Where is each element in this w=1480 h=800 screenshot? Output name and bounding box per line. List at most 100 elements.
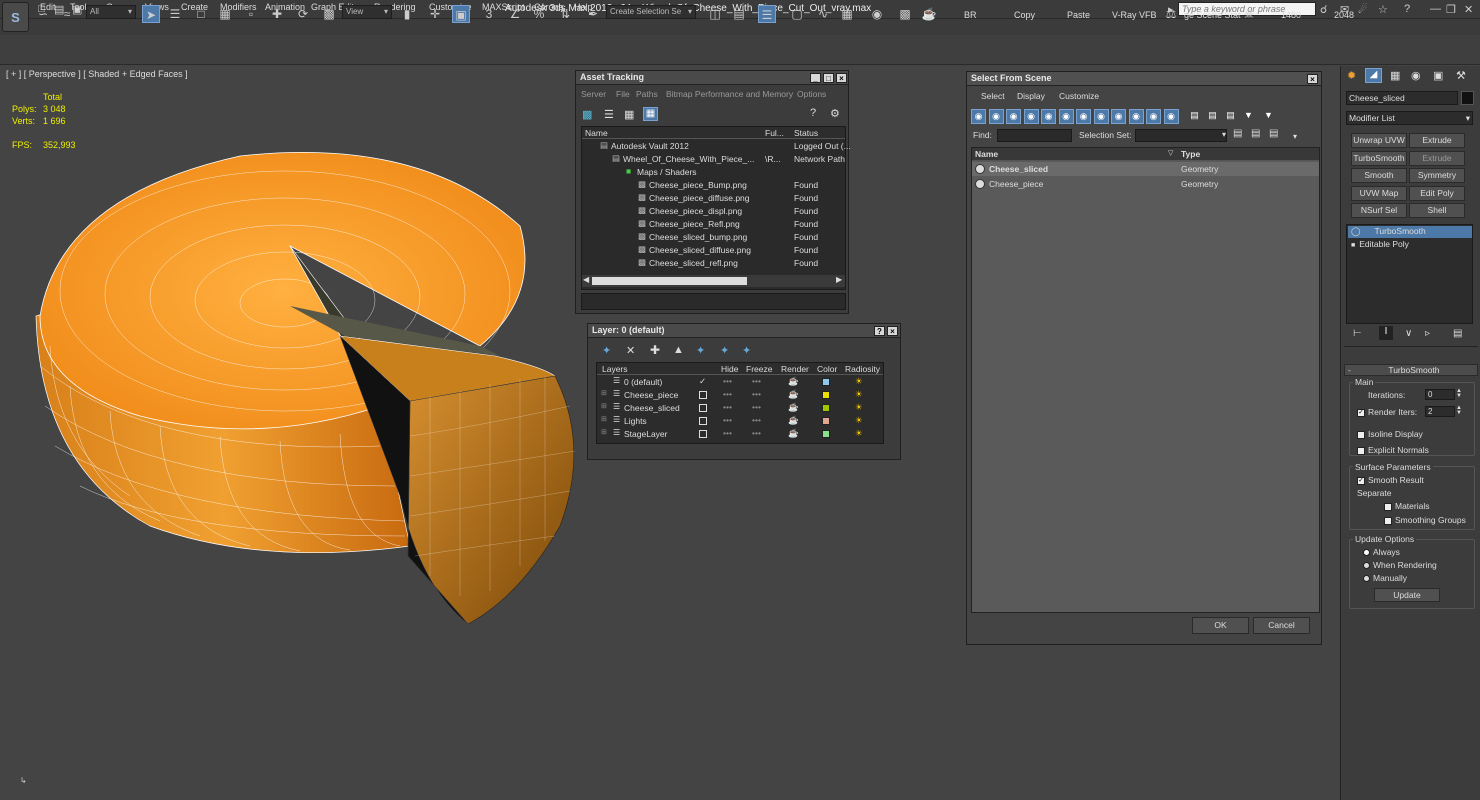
rotate-icon[interactable]: ⟳ (294, 5, 312, 23)
asset-row[interactable]: ▩ Cheese_sliced_refl.png Found (582, 257, 845, 270)
move-icon[interactable]: ✚ (268, 5, 286, 23)
modifier-button-turbosmooth[interactable]: TurboSmooth (1351, 150, 1407, 166)
active-layer-check-icon[interactable]: ✓ (699, 376, 706, 387)
scene-stats-icon[interactable]: ⚖ (1162, 5, 1180, 23)
layer-color-swatch[interactable] (822, 391, 830, 399)
set-current-layer-box[interactable] (699, 404, 707, 412)
close-icon[interactable]: × (836, 73, 847, 83)
tree-icon[interactable]: ▦ (624, 108, 634, 121)
named-selection-dropdown[interactable]: Create Selection Se ▾ (606, 5, 696, 19)
keyboard-shortcut-toggle-icon[interactable]: ▣ (452, 5, 470, 23)
render-production-icon[interactable]: ☕ (920, 5, 938, 23)
layer-row[interactable]: ⊞ ☰ Cheese_sliced ••• ••• ☕ ☀ (597, 402, 883, 415)
layer-color-swatch[interactable] (822, 378, 830, 386)
update-always-row[interactable]: Always (1363, 547, 1400, 557)
sel-set-icon-2[interactable]: ▤ (1251, 128, 1260, 139)
freeze-toggle[interactable]: ••• (752, 415, 761, 425)
asset-menu-bitmap-perf[interactable]: Bitmap Performance and Memory (666, 89, 793, 99)
select-highlighted-icon[interactable]: ▲ (673, 344, 684, 356)
toolbar-label-br[interactable]: BR (964, 10, 977, 20)
layer-manager-icon[interactable]: ☰ (758, 5, 776, 23)
window-crossing-icon[interactable]: ▦ (216, 5, 234, 23)
cancel-button[interactable]: Cancel (1253, 617, 1310, 634)
settings-icon[interactable]: ⚙ (830, 107, 840, 120)
asset-row[interactable]: ▩ Cheese_sliced_bump.png Found (582, 231, 845, 244)
create-tab-icon[interactable]: ✹ (1347, 69, 1356, 82)
render-teapot-icon[interactable]: ☕ (788, 389, 799, 400)
update-when-rendering-row[interactable]: When Rendering (1363, 560, 1437, 570)
remove-modifier-icon[interactable]: ▹ (1425, 328, 1430, 339)
freeze-toggle[interactable]: ••• (752, 376, 761, 386)
freeze-toggle[interactable]: ••• (752, 402, 761, 412)
material-editor-icon[interactable]: ◉ (868, 5, 886, 23)
graphite-ribbon-icon[interactable]: ▢ (788, 5, 806, 23)
create-layer-icon[interactable]: ✦ (602, 344, 611, 357)
radiosity-icon[interactable]: ☀ (855, 402, 863, 413)
modifier-stack[interactable]: ◯ TurboSmooth ■ Editable Poly (1346, 224, 1473, 324)
select-object-icon[interactable]: ➤ (142, 5, 160, 23)
render-teapot-icon[interactable]: ☕ (788, 415, 799, 426)
explicit-normals-checkbox[interactable] (1357, 446, 1365, 455)
col-radiosity[interactable]: Radiosity (845, 364, 880, 374)
isoline-checkbox[interactable] (1357, 430, 1365, 439)
render-setup-icon[interactable]: ▩ (896, 5, 914, 23)
help-icon[interactable]: ? (1404, 3, 1410, 15)
always-radio[interactable] (1363, 549, 1370, 557)
object-color-swatch[interactable] (1461, 91, 1474, 105)
ok-button[interactable]: OK (1192, 617, 1249, 634)
scene-object-row[interactable]: Cheese_sliced Geometry (972, 162, 1319, 176)
layer-row[interactable]: ⊞ ☰ Cheese_piece ••• ••• ☕ ☀ (597, 389, 883, 402)
pivot-center-icon[interactable]: ▮ (398, 5, 416, 23)
chevron-down-icon[interactable]: ▾ (1293, 132, 1297, 141)
smoothing-groups-row[interactable]: Smoothing Groups (1384, 515, 1466, 525)
configure-sets-icon[interactable]: ▤ (1453, 328, 1462, 339)
asset-list[interactable]: Name Ful... Status ▤ Autodesk Vault 2012 L… (581, 126, 851, 290)
help-icon[interactable]: ? (874, 326, 885, 336)
spinner-arrows-icon[interactable]: ▲ ▼ (1456, 388, 1462, 399)
scene-object-list[interactable]: Name ▽ Type Cheese_sliced Geometry Cheese_… (971, 147, 1320, 613)
select-move-icon[interactable]: ▫ (242, 5, 260, 23)
freeze-toggle[interactable]: ••• (752, 428, 761, 438)
when-rendering-radio[interactable] (1363, 562, 1370, 570)
modifier-button-symmetry[interactable]: Symmetry (1409, 168, 1465, 183)
layer-list[interactable]: Layers Hide Freeze Render Color Radiosit… (596, 362, 884, 444)
curve-editor-icon[interactable]: ∿ (814, 5, 832, 23)
select-menu-select[interactable]: Select (981, 91, 1005, 101)
layer-row[interactable]: ⊞ ☰ StageLayer ••• ••• ☕ ☀ (597, 428, 883, 441)
filter-filter-icon[interactable]: ▼ (1241, 109, 1256, 124)
percent-snap-icon[interactable]: % (530, 5, 548, 23)
make-unique-icon[interactable]: ∨ (1405, 328, 1412, 339)
filter-invert-icon[interactable]: ▤ (1223, 109, 1238, 124)
select-by-name-icon[interactable]: ☰ (166, 5, 184, 23)
render-iters-row[interactable]: ✓ Render Iters: (1357, 407, 1417, 417)
hide-toggle[interactable]: ••• (723, 428, 732, 438)
selection-filter-dropdown[interactable]: All ▾ (86, 5, 136, 19)
render-iters-spinner[interactable]: 2 (1425, 406, 1455, 417)
freeze-all-icon[interactable]: ✦ (742, 344, 751, 357)
layer-row[interactable]: ⊞ ☰ Lights ••• ••• ☕ ☀ (597, 415, 883, 428)
sort-icon[interactable]: ▽ (1168, 149, 1173, 157)
close-icon[interactable]: ✕ (1464, 3, 1473, 16)
filter-display-none-icon[interactable]: ▤ (1205, 109, 1220, 124)
snaps-toggle-icon[interactable]: 3 (480, 5, 498, 23)
scale-icon[interactable]: ▩ (320, 5, 338, 23)
turbosmooth-rollout-header[interactable]: - TurboSmooth (1344, 364, 1478, 376)
rect-selection-icon[interactable]: □ (192, 5, 210, 23)
pin-stack-icon[interactable]: ⊢ (1353, 328, 1362, 339)
asset-menu-paths[interactable]: Paths (636, 89, 658, 99)
asset-row[interactable]: ▤ Autodesk Vault 2012 Logged Out (... (582, 140, 851, 153)
select-from-scene-window[interactable]: Select From Scene × Select Display Custo… (966, 71, 1322, 645)
minimize-icon[interactable]: _ (810, 73, 821, 83)
stack-item-turbosmooth[interactable]: ◯ TurboSmooth (1348, 226, 1472, 238)
radiosity-icon[interactable]: ☀ (855, 389, 863, 400)
asset-menu-file[interactable]: File (616, 89, 630, 99)
filter-groups-icon[interactable]: ◉ (1076, 109, 1091, 124)
angle-snap-icon[interactable]: ∠ (506, 5, 524, 23)
materials-checkbox[interactable] (1384, 502, 1392, 511)
col-freeze[interactable]: Freeze (746, 364, 772, 374)
cheese-wheel-model[interactable] (0, 66, 640, 626)
explicit-normals-row[interactable]: Explicit Normals (1357, 445, 1429, 455)
mirror-icon[interactable]: ◫ (706, 5, 724, 23)
subscription-icon[interactable]: ☄ (1358, 3, 1368, 16)
toolbar-label-scene-stats[interactable]: ge Scene Stat (1184, 10, 1241, 20)
